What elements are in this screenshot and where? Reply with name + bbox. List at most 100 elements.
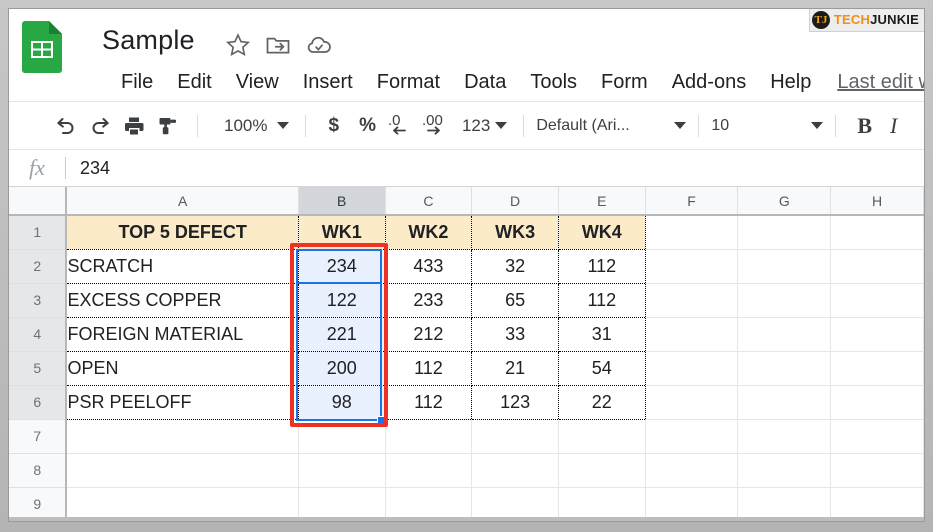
cell-h9[interactable]	[830, 487, 924, 521]
row-header-4[interactable]: 4	[9, 317, 68, 352]
cell-c7[interactable]	[385, 419, 473, 454]
cell-b7[interactable]	[298, 419, 386, 454]
cell-d9[interactable]	[471, 487, 559, 521]
cell-a1[interactable]: TOP 5 DEFECT	[65, 214, 299, 250]
menu-item-help[interactable]: Help	[758, 71, 823, 94]
cell-f8[interactable]	[645, 453, 739, 488]
cell-c2[interactable]: 433	[385, 249, 473, 284]
italic-button[interactable]: I	[881, 113, 906, 139]
formula-input[interactable]	[66, 157, 924, 179]
zoom-selector[interactable]: 100%	[210, 116, 293, 136]
cell-c4[interactable]: 212	[385, 317, 473, 352]
row-header-8[interactable]: 8	[9, 453, 68, 488]
cell-b5[interactable]: 200	[298, 351, 386, 386]
cell-g3[interactable]	[737, 283, 832, 318]
row-header-6[interactable]: 6	[9, 385, 68, 420]
undo-icon[interactable]	[49, 109, 83, 143]
column-header-d[interactable]: D	[471, 187, 559, 216]
cell-e2[interactable]: 112	[558, 249, 646, 284]
cell-g9[interactable]	[737, 487, 832, 521]
cell-f5[interactable]	[645, 351, 739, 386]
menu-item-format[interactable]: Format	[365, 71, 452, 94]
column-header-f[interactable]: F	[645, 187, 739, 216]
column-header-g[interactable]: G	[737, 187, 832, 216]
cell-g2[interactable]	[737, 249, 832, 284]
function-icon[interactable]: fx	[9, 155, 65, 181]
cell-b2[interactable]: 234	[298, 249, 386, 284]
row-header-3[interactable]: 3	[9, 283, 68, 318]
menu-item-addons[interactable]: Add-ons	[660, 71, 759, 94]
cell-c6[interactable]: 112	[385, 385, 473, 420]
menu-item-data[interactable]: Data	[452, 71, 518, 94]
cell-g4[interactable]	[737, 317, 832, 352]
cell-g5[interactable]	[737, 351, 832, 386]
redo-icon[interactable]	[83, 109, 117, 143]
cloud-saved-icon[interactable]	[305, 31, 333, 59]
cell-b8[interactable]	[298, 453, 386, 488]
cell-c1[interactable]: WK2	[385, 214, 473, 250]
column-header-b[interactable]: B	[298, 187, 386, 216]
cell-g8[interactable]	[737, 453, 832, 488]
cell-f3[interactable]	[645, 283, 739, 318]
cell-g1[interactable]	[737, 215, 832, 250]
cell-d4[interactable]: 33	[471, 317, 559, 352]
menu-item-tools[interactable]: Tools	[518, 71, 589, 94]
number-format-selector[interactable]: 123	[454, 109, 511, 143]
cell-g6[interactable]	[737, 385, 832, 420]
bold-button[interactable]: B	[848, 113, 881, 139]
cell-g7[interactable]	[737, 419, 832, 454]
cell-f2[interactable]	[645, 249, 739, 284]
cell-e5[interactable]: 54	[558, 351, 646, 386]
cell-b6[interactable]: 98	[298, 385, 386, 420]
cell-a6[interactable]: PSR PEELOFF	[65, 385, 299, 420]
column-header-c[interactable]: C	[385, 187, 473, 216]
cell-f6[interactable]	[645, 385, 739, 420]
cell-e3[interactable]: 112	[558, 283, 646, 318]
move-to-folder-icon[interactable]	[264, 31, 292, 59]
cell-a9[interactable]	[66, 487, 299, 521]
cell-c8[interactable]	[385, 453, 473, 488]
row-header-1[interactable]: 1	[9, 215, 68, 250]
star-icon[interactable]	[224, 31, 252, 59]
paint-format-icon[interactable]	[151, 109, 185, 143]
menu-item-view[interactable]: View	[224, 71, 291, 94]
cell-f4[interactable]	[645, 317, 739, 352]
cell-h1[interactable]	[830, 215, 924, 250]
cell-c5[interactable]: 112	[385, 351, 473, 386]
cell-e6[interactable]: 22	[558, 385, 646, 420]
cell-b9[interactable]	[298, 487, 386, 521]
spreadsheet-grid[interactable]: A B C D E F G H 1 TOP 5 DEFECT WK1 WK2 W…	[9, 187, 924, 521]
cell-h7[interactable]	[830, 419, 924, 454]
cell-e1[interactable]: WK4	[558, 214, 646, 250]
cell-b4[interactable]: 221	[298, 317, 386, 352]
font-size-selector[interactable]: 10	[711, 117, 824, 135]
column-header-e[interactable]: E	[558, 187, 646, 216]
cell-d5[interactable]: 21	[471, 351, 559, 386]
select-all-corner[interactable]	[9, 187, 68, 216]
column-header-h[interactable]: H	[830, 187, 924, 216]
cell-d6[interactable]: 123	[471, 385, 559, 420]
cell-a4[interactable]: FOREIGN MATERIAL	[65, 317, 299, 352]
last-edit-status[interactable]: Last edit wa	[837, 71, 924, 94]
cell-h4[interactable]	[830, 317, 924, 352]
cell-a3[interactable]: EXCESS COPPER	[65, 283, 299, 318]
document-title[interactable]: Sample	[102, 25, 195, 56]
row-header-7[interactable]: 7	[9, 419, 68, 454]
menu-item-file[interactable]: File	[109, 71, 165, 94]
cell-c3[interactable]: 233	[385, 283, 473, 318]
cell-b3[interactable]: 122	[298, 283, 386, 318]
row-header-9[interactable]: 9	[9, 487, 68, 521]
cell-h6[interactable]	[830, 385, 924, 420]
menu-item-form[interactable]: Form	[589, 71, 660, 94]
row-header-2[interactable]: 2	[9, 249, 68, 284]
cell-a5[interactable]: OPEN	[65, 351, 299, 386]
cell-e7[interactable]	[558, 419, 646, 454]
cell-f1[interactable]	[645, 215, 739, 250]
row-header-5[interactable]: 5	[9, 351, 68, 386]
percent-format-button[interactable]: %	[349, 115, 386, 137]
cell-a8[interactable]	[66, 453, 299, 488]
cell-h5[interactable]	[830, 351, 924, 386]
cell-h2[interactable]	[830, 249, 924, 284]
cell-c9[interactable]	[385, 487, 473, 521]
font-family-selector[interactable]: Default (Ari...	[536, 117, 687, 135]
